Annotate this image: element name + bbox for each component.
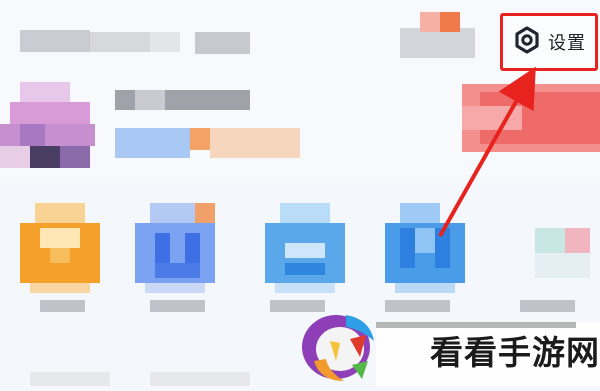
blurred-username — [135, 90, 165, 110]
profile-section — [0, 82, 600, 182]
blurred-title-block — [195, 32, 250, 54]
watermark-text: 看看手游网 — [430, 333, 600, 372]
blurred-vip-badge — [115, 128, 190, 158]
settings-label: 设置 — [548, 33, 586, 54]
blurred-title-block — [90, 32, 150, 52]
blurred-notification-badge — [440, 12, 460, 32]
grid-item-4[interactable] — [385, 203, 465, 298]
grid-item-label — [40, 300, 85, 312]
grid-item-5[interactable] — [525, 203, 600, 298]
blurred-notification-badge — [420, 12, 440, 32]
blurred-bottom-row — [30, 372, 110, 386]
blurred-title-block — [150, 32, 180, 52]
avatar[interactable] — [0, 82, 95, 178]
settings-button[interactable]: 设置 — [500, 13, 598, 71]
grid-item-3[interactable] — [265, 203, 345, 298]
blurred-bottom-row — [150, 372, 250, 386]
grid-item-1[interactable] — [20, 203, 100, 298]
blurred-title-block — [20, 30, 90, 52]
grid-item-label — [150, 300, 205, 312]
top-bar: 设置 — [0, 0, 600, 82]
gear-icon — [512, 25, 542, 60]
blurred-action-button — [462, 106, 522, 130]
watermark-logo — [300, 305, 382, 385]
blurred-vip-badge — [210, 128, 300, 158]
grid-item-2[interactable] — [135, 203, 215, 298]
blurred-title-block — [400, 28, 475, 58]
blurred-vip-badge — [190, 128, 210, 150]
